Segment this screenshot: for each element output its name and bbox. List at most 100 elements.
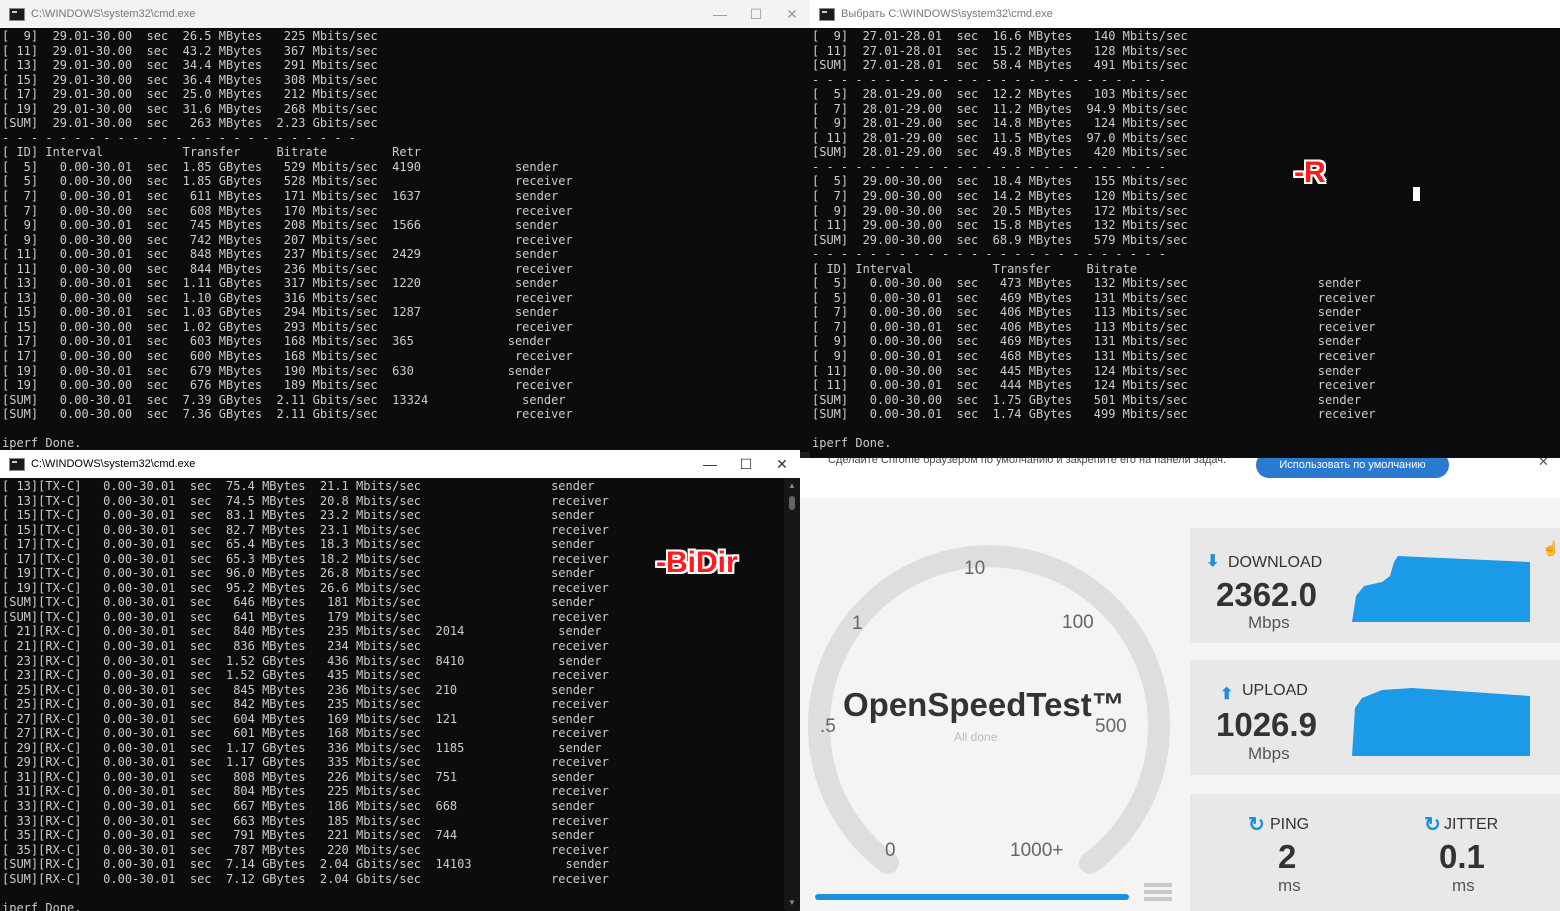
- terminal-line: [ 15][TX-C] 0.00-30.01 sec 82.7 MBytes 2…: [2, 522, 609, 537]
- terminal-line: [ 11] 29.00-30.00 sec 15.8 MBytes 132 Mb…: [812, 218, 1188, 233]
- gauge-tick: 1: [852, 613, 863, 634]
- terminal-line: [ 5] 0.00-30.01 sec 469 MBytes 131 Mbits…: [812, 290, 1376, 305]
- gauge-tick: 1000+: [1010, 840, 1064, 861]
- download-unit: Mbps: [1248, 613, 1290, 632]
- scroll-thumb[interactable]: [789, 496, 795, 510]
- terminal-line: [SUM] 27.01-28.01 sec 58.4 MBytes 491 Mb…: [812, 58, 1188, 73]
- terminal-line: [ 13][TX-C] 0.00-30.01 sec 74.5 MBytes 2…: [2, 493, 609, 508]
- terminal-output[interactable]: [ 13][TX-C] 0.00-30.01 sec 75.4 MBytes 2…: [2, 479, 782, 911]
- terminal-line: [ 29][RX-C] 0.00-30.01 sec 1.17 GBytes 3…: [2, 740, 602, 755]
- terminal-line: [ 5] 0.00-30.00 sec 1.85 GBytes 528 Mbit…: [2, 174, 573, 189]
- terminal-line: [ 21][RX-C] 0.00-30.01 sec 840 MBytes 23…: [2, 624, 602, 639]
- terminal-line: [ 5] 28.01-29.00 sec 12.2 MBytes 103 Mbi…: [812, 87, 1188, 102]
- terminal-line: [ 15] 0.00-30.01 sec 1.03 GBytes 294 Mbi…: [2, 305, 559, 320]
- minimize-button[interactable]: —: [702, 6, 738, 22]
- terminal-line: [ 19] 0.00-30.01 sec 679 MBytes 190 Mbit…: [2, 363, 552, 378]
- window-title: Выбрать C:\WINDOWS\system32\cmd.exe: [841, 8, 1053, 20]
- gauge-tick: 100: [1062, 612, 1094, 633]
- terminal-line: [ 5] 0.00-30.01 sec 1.85 GBytes 529 Mbit…: [2, 159, 559, 174]
- terminal-line: [ 9] 29.00-30.00 sec 20.5 MBytes 172 Mbi…: [812, 203, 1188, 218]
- maximize-button[interactable]: ☐: [738, 6, 774, 23]
- terminal-line: [ 13] 0.00-30.01 sec 1.11 GBytes 317 Mbi…: [2, 276, 559, 291]
- terminal-line: [ 7] 0.00-30.00 sec 406 MBytes 113 Mbits…: [812, 305, 1362, 320]
- terminal-line: [ 11] 27.01-28.01 sec 15.2 MBytes 128 Mb…: [812, 43, 1188, 58]
- ping-refresh-icon: ↻: [1248, 814, 1265, 836]
- vertical-scrollbar[interactable]: ▲ ▼: [784, 478, 800, 911]
- terminal-line: [SUM][RX-C] 0.00-30.01 sec 7.12 GBytes 2…: [2, 871, 609, 886]
- terminal-line: [ 7] 29.00-30.00 sec 14.2 MBytes 120 Mbi…: [812, 189, 1188, 204]
- download-card: ⬇ DOWNLOAD 2362.0 Mbps: [1190, 528, 1560, 643]
- cmd-window-top-left[interactable]: C:\WINDOWS\system32\cmd.exe — ☐ ✕ [ 9] 2…: [0, 0, 810, 452]
- terminal-output[interactable]: [ 9] 27.01-28.01 sec 16.6 MBytes 140 Mbi…: [812, 29, 1560, 458]
- chrome-default-bar: Сделайте Chrome браузером по умолчанию и…: [800, 458, 1560, 498]
- chrome-default-message: Сделайте Chrome браузером по умолчанию и…: [828, 458, 1227, 466]
- terminal-line: iperf Done.: [2, 900, 82, 911]
- gauge-tick: 0: [885, 840, 896, 861]
- terminal-line: [SUM] 0.00-30.00 sec 7.36 GBytes 2.11 Gb…: [2, 407, 573, 422]
- minimize-button[interactable]: —: [692, 456, 728, 472]
- window-title: C:\WINDOWS\system32\cmd.exe: [31, 8, 196, 20]
- terminal-line: [ 11] 28.01-29.00 sec 11.5 MBytes 97.0 M…: [812, 130, 1188, 145]
- title-bar[interactable]: C:\WINDOWS\system32\cmd.exe — ☐ ✕: [0, 450, 800, 478]
- terminal-line: [ 21][RX-C] 0.00-30.01 sec 836 MBytes 23…: [2, 639, 609, 654]
- terminal-line: [ 15] 29.01-30.00 sec 36.4 MBytes 308 Mb…: [2, 72, 378, 87]
- brand-title: OpenSpeedTest™: [843, 686, 1125, 723]
- maximize-button[interactable]: ☐: [728, 456, 764, 473]
- terminal-line: [ 13] 0.00-30.00 sec 1.10 GBytes 316 Mbi…: [2, 290, 573, 305]
- terminal-line: - - - - - - - - - - - - - - - - - - - - …: [2, 130, 357, 145]
- terminal-line: [SUM] 0.00-30.01 sec 1.74 GBytes 499 Mbi…: [812, 407, 1376, 422]
- upload-arrow-icon: ⬆: [1220, 686, 1234, 703]
- upload-value: 1026.9: [1216, 706, 1317, 743]
- ping-unit: ms: [1278, 876, 1301, 895]
- terminal-line: [ 33][RX-C] 0.00-30.01 sec 663 MBytes 18…: [2, 813, 609, 828]
- terminal-line: [ 19][TX-C] 0.00-30.01 sec 95.2 MBytes 2…: [2, 580, 609, 595]
- jitter-unit: ms: [1452, 876, 1475, 895]
- terminal-line: [SUM][RX-C] 0.00-30.01 sec 7.14 GBytes 2…: [2, 857, 609, 872]
- bidir-mode-label: -BiDir: [656, 546, 738, 579]
- terminal-line: [ 23][RX-C] 0.00-30.01 sec 1.52 GBytes 4…: [2, 653, 602, 668]
- terminal-line: [ 15][TX-C] 0.00-30.01 sec 83.1 MBytes 2…: [2, 508, 595, 523]
- scroll-up-icon[interactable]: ▲: [784, 478, 800, 494]
- jitter-refresh-icon: ↻: [1424, 814, 1441, 836]
- terminal-output[interactable]: [ 9] 29.01-30.00 sec 26.5 MBytes 225 Mbi…: [2, 29, 810, 452]
- settings-icon[interactable]: [1144, 883, 1172, 907]
- terminal-line: [SUM] 28.01-29.00 sec 49.8 MBytes 420 Mb…: [812, 145, 1188, 160]
- terminal-line: [ 11] 0.00-30.01 sec 444 MBytes 124 Mbit…: [812, 378, 1376, 393]
- download-value: 2362.0: [1216, 576, 1317, 613]
- terminal-line: [ 35][RX-C] 0.00-30.01 sec 787 MBytes 22…: [2, 842, 609, 857]
- scroll-down-icon[interactable]: ▼: [784, 895, 800, 911]
- close-icon[interactable]: ✕: [1538, 458, 1549, 470]
- terminal-line: [SUM] 0.00-30.01 sec 7.39 GBytes 2.11 Gb…: [2, 392, 566, 407]
- cmd-window-bottom-left[interactable]: C:\WINDOWS\system32\cmd.exe — ☐ ✕ [ 13][…: [0, 450, 800, 911]
- upload-label: UPLOAD: [1242, 682, 1308, 699]
- terminal-line: [ ID] Interval Transfer Bitrate Retr: [2, 145, 422, 160]
- terminal-line: [ 11] 0.00-30.01 sec 848 MBytes 237 Mbit…: [2, 247, 559, 262]
- terminal-line: [SUM] 29.00-30.00 sec 68.9 MBytes 579 Mb…: [812, 232, 1188, 247]
- terminal-line: [ 15] 0.00-30.00 sec 1.02 GBytes 293 Mbi…: [2, 319, 573, 334]
- terminal-line: [ 11] 0.00-30.00 sec 844 MBytes 236 Mbit…: [2, 261, 573, 276]
- text-cursor: [1413, 187, 1420, 201]
- ping-value: 2: [1278, 838, 1297, 875]
- set-default-button[interactable]: Использовать по умолчанию: [1256, 458, 1449, 478]
- gauge-tick: 10: [964, 558, 986, 579]
- gauge-tick: .5: [820, 716, 836, 737]
- terminal-line: [SUM] 0.00-30.00 sec 1.75 GBytes 501 Mbi…: [812, 392, 1362, 407]
- window-title: C:\WINDOWS\system32\cmd.exe: [31, 458, 196, 470]
- close-button[interactable]: ✕: [764, 456, 800, 473]
- terminal-line: [ 7] 28.01-29.00 sec 11.2 MBytes 94.9 Mb…: [812, 101, 1188, 116]
- terminal-line: [ 19] 29.01-30.00 sec 31.6 MBytes 268 Mb…: [2, 101, 378, 116]
- terminal-line: [ 9] 0.00-30.00 sec 742 MBytes 207 Mbits…: [2, 232, 573, 247]
- close-button[interactable]: ✕: [774, 6, 810, 23]
- terminal-line: [ 11] 29.01-30.00 sec 43.2 MBytes 367 Mb…: [2, 43, 378, 58]
- terminal-line: [SUM][TX-C] 0.00-30.01 sec 646 MBytes 18…: [2, 595, 595, 610]
- upload-graph: [1352, 688, 1530, 756]
- cmd-window-top-right[interactable]: Выбрать C:\WINDOWS\system32\cmd.exe [ 9]…: [810, 0, 1560, 458]
- terminal-line: [ 9] 29.01-30.00 sec 26.5 MBytes 225 Mbi…: [2, 29, 378, 43]
- reverse-mode-label: -R: [1294, 156, 1326, 189]
- title-bar[interactable]: Выбрать C:\WINDOWS\system32\cmd.exe: [810, 0, 1560, 28]
- terminal-line: [ 5] 29.00-30.00 sec 18.4 MBytes 155 Mbi…: [812, 174, 1188, 189]
- terminal-line: [ 17] 0.00-30.01 sec 603 MBytes 168 Mbit…: [2, 334, 552, 349]
- title-bar[interactable]: C:\WINDOWS\system32\cmd.exe — ☐ ✕: [0, 0, 810, 28]
